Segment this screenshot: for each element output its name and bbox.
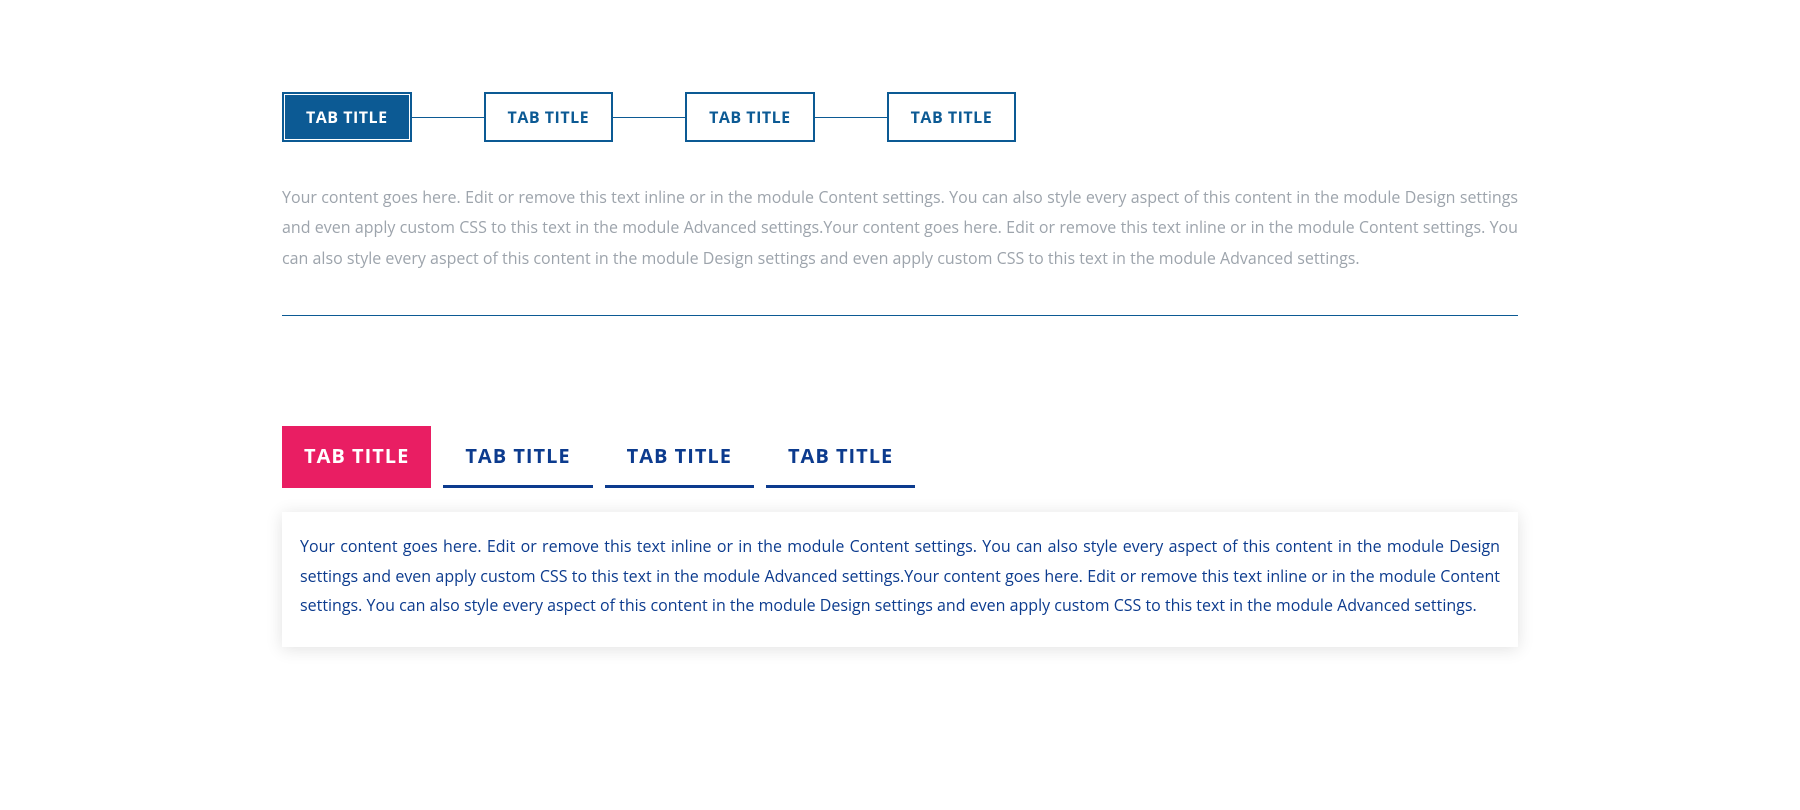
- tab-underline-4[interactable]: TAB TITLE: [766, 426, 915, 488]
- tab-boxed-3[interactable]: TAB TITLE: [685, 92, 815, 142]
- tab-boxed-1[interactable]: TAB TITLE: [282, 92, 412, 142]
- tab-content-grey: Your content goes here. Edit or remove t…: [282, 182, 1518, 273]
- tab-boxed-2[interactable]: TAB TITLE: [484, 92, 614, 142]
- tabs-boxed: TAB TITLE TAB TITLE TAB TITLE TAB TITLE: [282, 92, 1518, 142]
- tabs-underline: TAB TITLE TAB TITLE TAB TITLE TAB TITLE: [282, 426, 1518, 488]
- tab-underline-1[interactable]: TAB TITLE: [282, 426, 431, 488]
- tab-underline-2[interactable]: TAB TITLE: [443, 426, 592, 488]
- section-divider: [282, 315, 1518, 316]
- tab-content-blue: Your content goes here. Edit or remove t…: [282, 512, 1518, 647]
- tab-underline-3[interactable]: TAB TITLE: [605, 426, 754, 488]
- tab-connector: [412, 117, 484, 118]
- tab-connector: [815, 117, 887, 118]
- tab-boxed-4[interactable]: TAB TITLE: [887, 92, 1017, 142]
- tab-connector: [613, 117, 685, 118]
